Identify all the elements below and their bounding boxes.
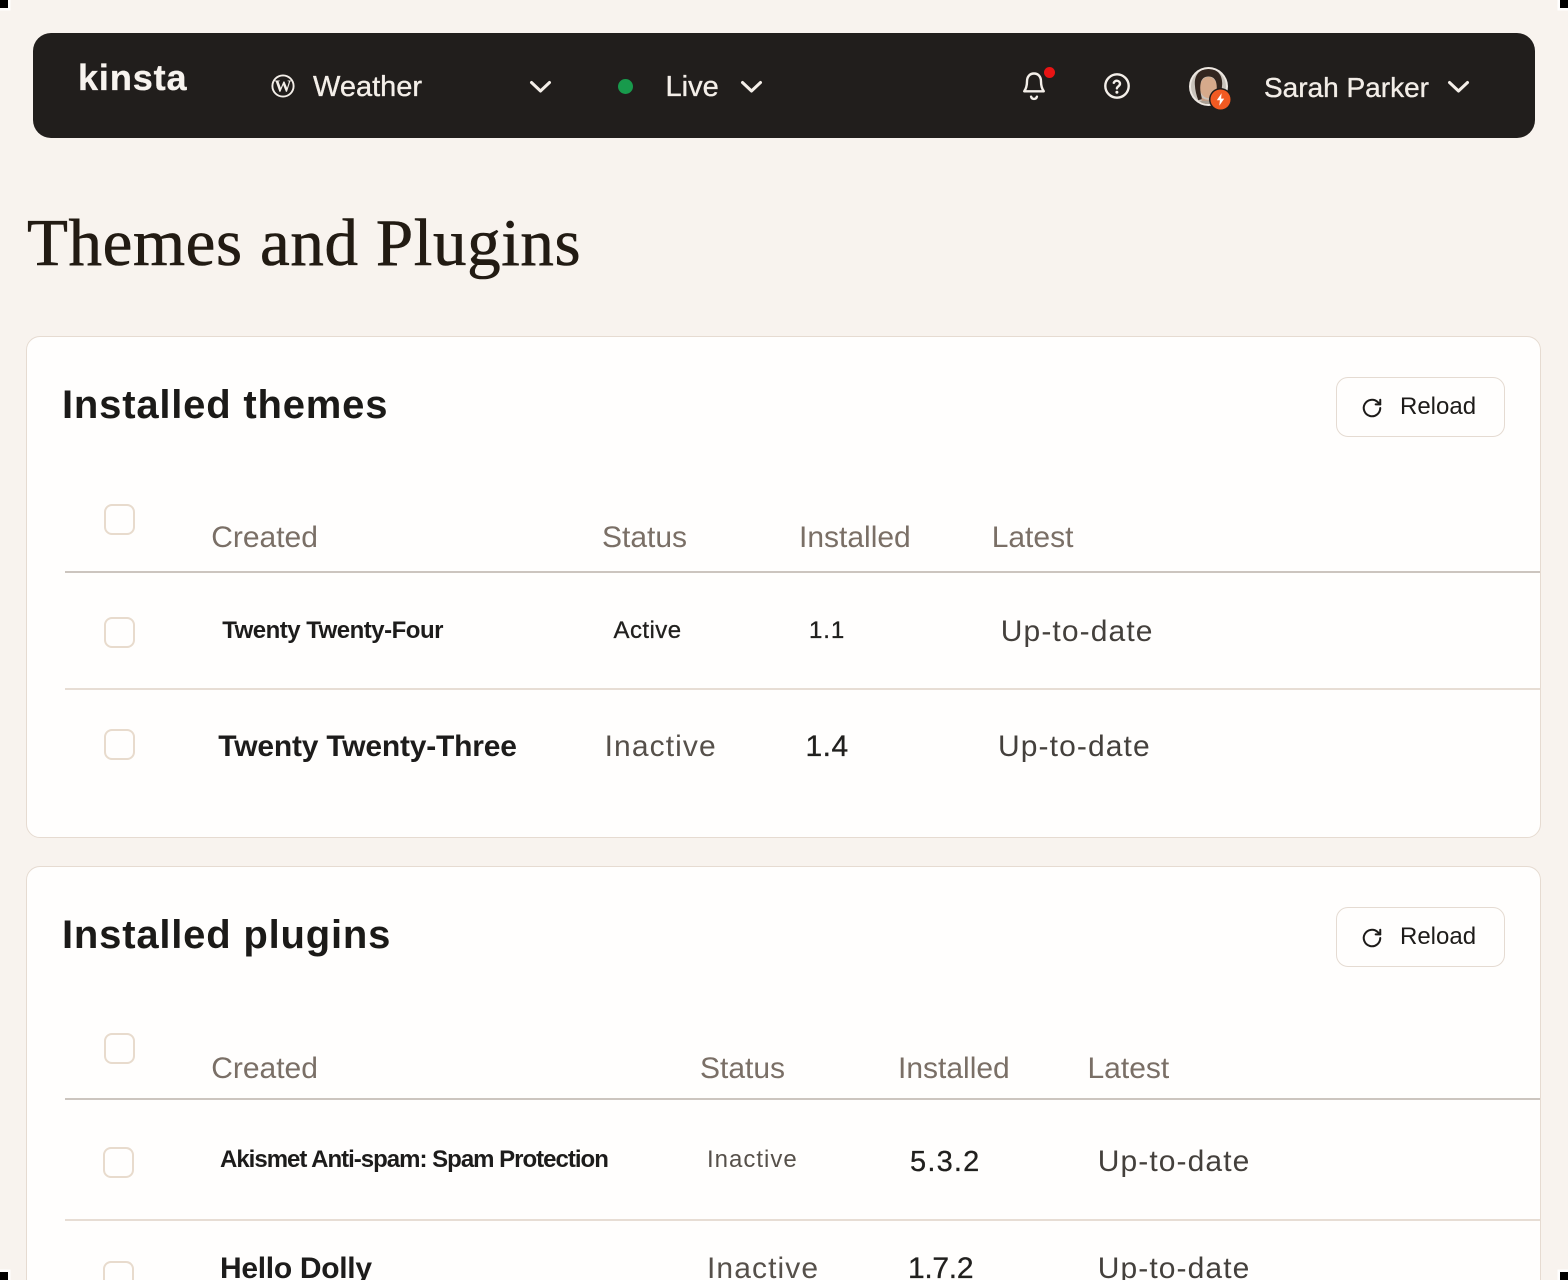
svg-text:W: W	[275, 77, 292, 96]
